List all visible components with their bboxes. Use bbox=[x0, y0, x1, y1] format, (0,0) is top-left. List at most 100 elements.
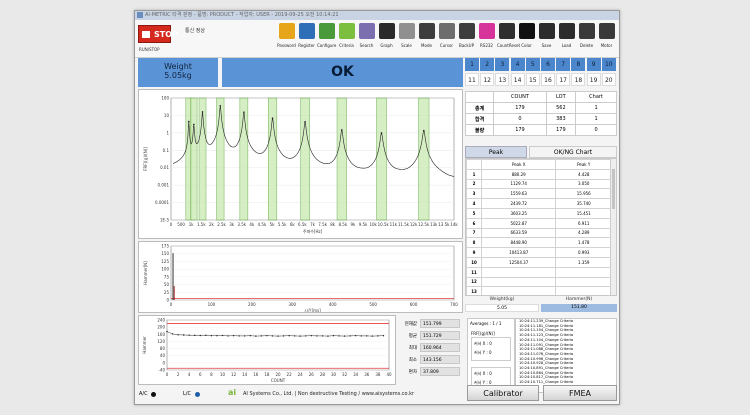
table-row[interactable]: 7 6633.59 4.289 bbox=[466, 227, 612, 239]
result-cell[interactable]: 18 bbox=[571, 73, 586, 86]
table-row: 불량 179 179 0 bbox=[464, 124, 617, 136]
count-point bbox=[255, 335, 257, 337]
frf-x-tick: 6.5k bbox=[298, 222, 307, 227]
result-cell[interactable]: 13 bbox=[495, 73, 510, 86]
peak-scrollbar[interactable] bbox=[610, 159, 616, 295]
table-row[interactable]: 5 3603.25 15.451 bbox=[466, 207, 612, 219]
result-cell[interactable]: 5 bbox=[525, 58, 540, 71]
result-cell[interactable]: 4 bbox=[510, 58, 525, 71]
averages-label: Averages : 1 / 1 bbox=[470, 321, 502, 326]
cursor-tool-button[interactable]: Cursor bbox=[437, 23, 456, 53]
tab-okng-chart[interactable]: OK/NG Chart bbox=[529, 146, 617, 158]
result-cell[interactable]: 19 bbox=[586, 73, 601, 86]
search-tool-button[interactable]: Search bbox=[357, 23, 376, 53]
count-point bbox=[288, 335, 290, 337]
frf-x-tick: 13.5k bbox=[438, 222, 450, 227]
result-cell[interactable]: 14 bbox=[510, 73, 525, 86]
result-cell[interactable]: 8 bbox=[571, 58, 586, 71]
peak-n-cell: 4 bbox=[466, 198, 482, 209]
backup-icon bbox=[458, 23, 475, 39]
count-y-tick: 240 bbox=[157, 318, 165, 323]
result-cell[interactable]: 15 bbox=[525, 73, 540, 86]
tool-label: RS232 bbox=[480, 43, 493, 48]
peak-y-cell: 15.956 bbox=[555, 188, 612, 200]
key-tool-button[interactable]: Password bbox=[277, 23, 296, 53]
table-row[interactable]: 13 bbox=[466, 286, 612, 295]
peak-y-cell: 0.993 bbox=[555, 247, 612, 258]
count-label-cell: 불량 bbox=[464, 124, 495, 136]
motor-tool-button[interactable]: Motor bbox=[597, 23, 616, 53]
count-point bbox=[293, 335, 296, 337]
table-row[interactable]: 9 10413.87 0.993 bbox=[466, 247, 612, 258]
peak-header: Peak X bbox=[480, 159, 557, 170]
result-cell[interactable]: 12 bbox=[480, 73, 495, 86]
color-icon bbox=[518, 23, 535, 39]
count-x-tick: 14 bbox=[242, 372, 248, 377]
table-row[interactable]: 4 2439.72 35.740 bbox=[466, 198, 612, 209]
table-row[interactable]: 2 1129.74 3.050 bbox=[466, 178, 612, 190]
table-row[interactable]: 12 bbox=[466, 276, 612, 288]
peak-y-cell: 4.289 bbox=[555, 227, 612, 239]
peak-y-cell bbox=[555, 266, 612, 278]
peak-x-cell bbox=[480, 276, 557, 288]
comm-status: 통신 정상 bbox=[185, 28, 205, 34]
table-row[interactable]: 11 bbox=[466, 266, 612, 278]
table-row[interactable]: 10 12504.37 1.359 bbox=[466, 256, 612, 268]
event-log[interactable]: 10:24:11.239_Change Criteria 10:24:11.181… bbox=[515, 318, 617, 393]
register-tool-button[interactable]: Register bbox=[297, 23, 316, 53]
table-row[interactable]: 6 5022.87 6.911 bbox=[466, 217, 612, 229]
calibrator-button[interactable]: Calibrator bbox=[467, 385, 539, 401]
criteria-tool-button[interactable]: Criteria bbox=[337, 23, 356, 53]
result-cell[interactable]: 3 bbox=[495, 58, 510, 71]
frf-peak-point bbox=[201, 111, 204, 113]
tab-peak[interactable]: Peak bbox=[465, 146, 527, 158]
result-cell[interactable]: 20 bbox=[601, 73, 616, 86]
peak-header: Peak Y bbox=[555, 159, 612, 170]
table-row[interactable]: 3 1559.63 15.956 bbox=[466, 188, 612, 200]
rss-tool-button[interactable]: RS232 bbox=[477, 23, 496, 53]
table-row[interactable]: 1 880.29 4.428 bbox=[466, 168, 612, 180]
mode-tool-button[interactable]: Mode bbox=[417, 23, 436, 53]
count-x-tick: 2 bbox=[177, 372, 180, 377]
reset-icon bbox=[498, 23, 515, 39]
hammer-chart-panel: 175 150 125 100 75 50 25 0 0 100 200 300 400 500 600 70… bbox=[138, 241, 463, 313]
frf-x-tick: 500 bbox=[177, 222, 185, 227]
backup-tool-button[interactable]: BackUP bbox=[457, 23, 476, 53]
result-cell[interactable]: 6 bbox=[541, 58, 555, 71]
count-point bbox=[194, 334, 196, 337]
result-cell[interactable]: 11 bbox=[465, 73, 479, 86]
hammer-y-tick: 75 bbox=[164, 274, 170, 279]
graph-tool-button[interactable]: Graph bbox=[377, 23, 396, 53]
frf-y-tick: 1 bbox=[166, 130, 169, 135]
frf-x-tick: 12k bbox=[410, 222, 418, 227]
result-cell[interactable]: 9 bbox=[586, 58, 601, 71]
result-cell[interactable]: 16 bbox=[541, 73, 555, 86]
count-y-tick: 160 bbox=[157, 332, 165, 337]
peak-y-cell: 1.359 bbox=[555, 256, 612, 268]
hammer-plot-area bbox=[170, 245, 455, 301]
result-cell[interactable]: 10 bbox=[601, 58, 616, 71]
count-point bbox=[316, 335, 318, 337]
frf-chart: 100 10 1 0.1 0.01 0.001 0.0001 1E-50 500 1k 1.5k 2k… bbox=[143, 96, 458, 235]
save-tool-button[interactable]: Save bbox=[537, 23, 556, 53]
result-cell[interactable]: 2 bbox=[480, 58, 495, 71]
reset-tool-button[interactable]: CountReset bbox=[497, 23, 521, 53]
tool-label: CountReset bbox=[497, 43, 521, 48]
result-cell[interactable]: 7 bbox=[556, 58, 571, 71]
load-tool-button[interactable]: Load bbox=[557, 23, 576, 53]
configure-tool-button[interactable]: Configure bbox=[317, 23, 336, 53]
count-point bbox=[360, 335, 362, 337]
stop-button[interactable]: STOP bbox=[138, 25, 178, 43]
count-x-tick: 24 bbox=[298, 372, 304, 377]
result-cell[interactable]: 17 bbox=[556, 73, 571, 86]
scale-tool-button[interactable]: Scale bbox=[397, 23, 416, 53]
result-cell[interactable]: 1 bbox=[465, 58, 479, 71]
result-grid: 1 2 3 4 5 6 7 8 9 10 11 12 13 14 15 16 17 18 19 20 bbox=[465, 58, 617, 87]
color-tool-button[interactable]: Color bbox=[517, 23, 536, 53]
delete-tool-button[interactable]: Delete bbox=[577, 23, 596, 53]
averages-panel: Averages : 1 / 1 FRF[(g)/(N)] 커서 X : 0 커… bbox=[467, 318, 515, 395]
count-point bbox=[182, 334, 185, 336]
fmea-button[interactable]: FMEA bbox=[543, 385, 617, 401]
count-y-tick: 40 bbox=[160, 353, 166, 358]
table-row[interactable]: 8 8448.90 1.478 bbox=[466, 237, 612, 249]
